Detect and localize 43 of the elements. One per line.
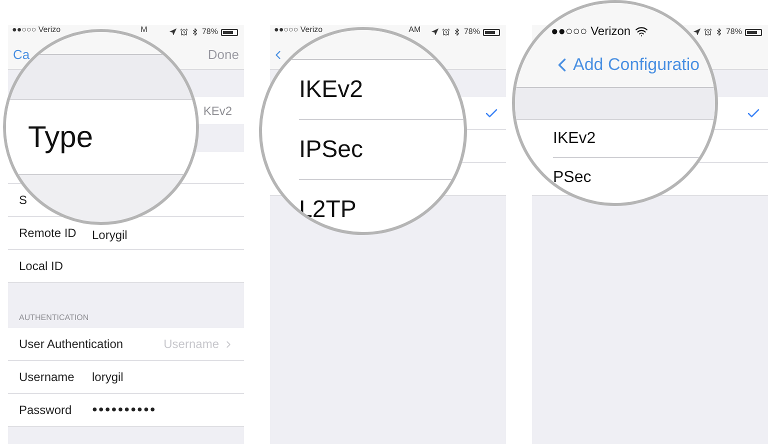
wifi-icon <box>634 24 648 38</box>
row-value: Lorygil <box>92 228 128 240</box>
magnified-option: PSec <box>553 166 592 190</box>
status-time: M <box>140 26 148 34</box>
carrier-name: ●●○○○ Verizo <box>12 26 61 34</box>
battery-icon <box>745 28 762 36</box>
row-label: Remote ID <box>19 227 78 239</box>
section-header: AUTHENTICATION <box>19 312 89 324</box>
row-label: User Authentication <box>19 336 124 353</box>
row-value: Username <box>164 336 219 353</box>
location-icon <box>430 28 439 36</box>
status-time: AM <box>408 26 421 34</box>
bluetooth-icon <box>452 28 461 36</box>
magnified-label: Type <box>28 120 94 156</box>
battery-percent: 78% <box>202 26 218 38</box>
battery-percent: 78% <box>726 26 742 38</box>
alarm-icon <box>180 28 188 36</box>
battery-percent: 78% <box>464 26 480 38</box>
magnified-option: IKEv2 <box>553 126 596 150</box>
settings-row[interactable]: Password ●●●●●●●●●● <box>8 394 244 427</box>
settings-row[interactable]: Remote ID Lorygil <box>8 217 244 250</box>
settings-row[interactable]: Local ID <box>8 250 244 283</box>
password-dots: ●●●●●●●●●● <box>92 403 156 416</box>
location-icon <box>168 28 177 36</box>
battery-icon <box>483 28 500 36</box>
alarm-icon <box>704 28 712 36</box>
magnified-option: IKEv2 <box>299 72 364 108</box>
carrier-name: ●●○○○ Verizon <box>551 23 631 40</box>
row-value: lorygil <box>92 369 124 386</box>
settings-row[interactable]: Username lorygil <box>8 361 244 394</box>
row-label: Local ID <box>19 260 64 272</box>
battery-icon <box>221 28 238 36</box>
alarm-icon <box>442 28 450 36</box>
row-label: S <box>19 194 28 206</box>
carrier-name: ●●○○○ Verizo <box>274 26 323 34</box>
bluetooth-icon <box>714 28 723 36</box>
magnified-option: IPSec <box>299 132 364 168</box>
settings-row[interactable]: User Authentication Username <box>8 328 244 361</box>
bluetooth-icon <box>190 28 199 36</box>
row-label: Username <box>19 369 76 386</box>
type-value: KEv2 <box>203 102 232 120</box>
row-label: Password <box>19 402 73 419</box>
location-icon <box>692 28 701 36</box>
